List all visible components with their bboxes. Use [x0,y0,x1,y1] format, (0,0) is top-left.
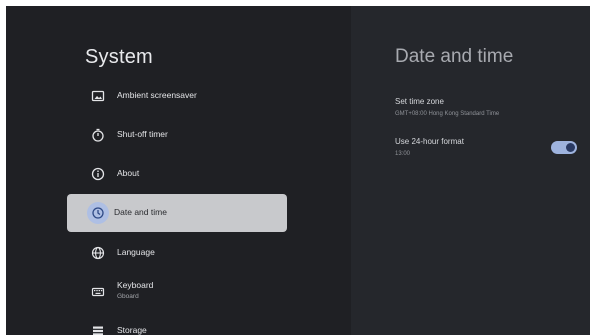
info-icon [87,163,109,185]
menu-item-ambient-screensaver[interactable]: Ambient screensaver [67,77,287,115]
tv-settings-screen: System Ambient screensaver Shut-off time… [6,6,590,335]
menu-item-label: Shut-off timer [117,129,168,139]
keyboard-icon [87,281,109,303]
menu-item-label: Date and time [114,207,167,217]
screensaver-icon [87,85,109,107]
menu-item-language[interactable]: Language [67,234,287,272]
menu-item-label: Keyboard [117,280,154,290]
timer-icon [87,124,109,146]
menu-item-shut-off-timer[interactable]: Shut-off timer [67,116,287,154]
date-time-detail-pane: Date and time Set time zone GMT+08:00 Ho… [351,6,590,335]
menu-item-about[interactable]: About [67,155,287,193]
menu-item-label: Language [117,247,155,257]
toggle-knob [566,143,575,152]
page-title: System [85,46,153,68]
menu-item-sublabel: Gboard [117,293,139,300]
detail-title: Date and time [395,46,514,67]
menu-item-keyboard[interactable]: Keyboard Gboard [67,273,287,311]
clock-icon [87,202,109,224]
setting-value: GMT+08:00 Hong Kong Standard Time [395,111,500,117]
menu-item-label: Ambient screensaver [117,90,197,100]
menu-item-date-and-time[interactable]: Date and time [67,194,287,232]
menu-item-label: About [117,168,140,178]
menu-item-label: Storage [117,325,147,335]
setting-label: Set time zone [395,97,444,106]
globe-icon [87,242,109,264]
setting-time-zone[interactable]: Set time zone GMT+08:00 Hong Kong Standa… [395,97,585,117]
menu-item-storage[interactable]: Storage [67,312,287,335]
storage-icon [87,320,109,335]
24-hour-format-toggle[interactable] [551,141,577,154]
system-menu-pane: System Ambient screensaver Shut-off time… [6,6,351,335]
